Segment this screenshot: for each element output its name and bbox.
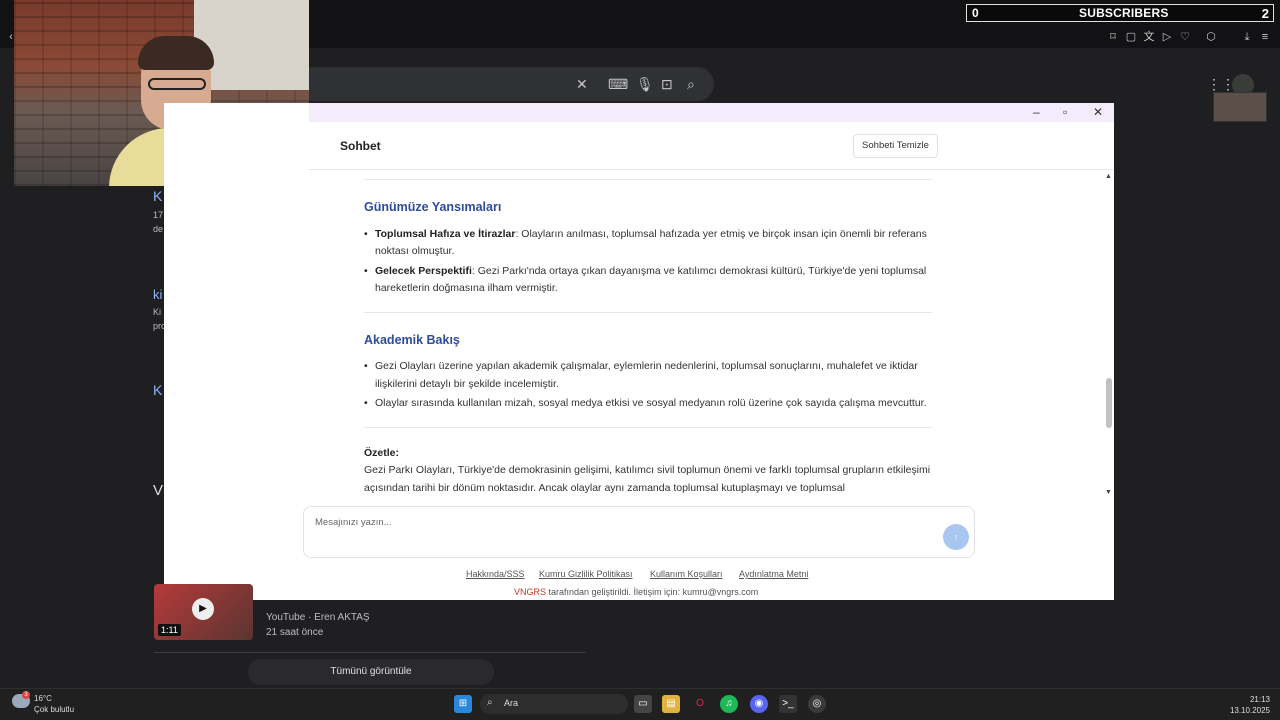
partial-result-title[interactable]: ki <box>153 287 162 302</box>
footer-link-about[interactable]: Hakkında/SSS <box>466 569 525 579</box>
google-apps-icon[interactable]: ⋮⋮ <box>1207 76 1235 93</box>
weather-badge: 3 <box>22 691 30 699</box>
search-icon: ⌕ <box>487 697 493 708</box>
minimize-icon[interactable]: – <box>1033 105 1040 119</box>
menu-icon[interactable]: ≡ <box>1258 30 1272 44</box>
scrollbar-thumb[interactable] <box>1106 378 1112 428</box>
view-all-button[interactable]: Tümünü görüntüle <box>248 659 494 685</box>
video-meta: YouTube · Eren AKTAŞ <box>266 612 370 623</box>
search-icon[interactable]: ⌕ <box>687 76 695 93</box>
secondary-webcam <box>1213 92 1267 122</box>
subscriber-right-count: 2 <box>1261 6 1269 21</box>
section-heading: Günümüze Yansımaları <box>364 200 502 214</box>
weather-description[interactable]: Çok bulutlu <box>34 705 74 714</box>
video-duration: 1:11 <box>158 624 181 636</box>
list-item: Toplumsal Hafıza ve İtirazlar: Olayların… <box>364 226 934 261</box>
close-icon[interactable]: ✕ <box>1093 105 1103 119</box>
background-shirts <box>194 0 309 90</box>
message-input[interactable]: Mesajınızı yazın... ↑ <box>303 506 975 558</box>
extension-icon[interactable]: ⬡ <box>1204 30 1218 44</box>
divider <box>364 311 932 313</box>
footer-link-terms[interactable]: Kullanım Koşulları <box>650 569 723 579</box>
partial-result-title[interactable]: K <box>153 382 162 398</box>
divider <box>154 652 586 653</box>
windows-start-icon[interactable]: ⊞ <box>454 695 472 713</box>
google-search-bar[interactable]: ✕ ⌨ 🎙 ⊡ ⌕ <box>296 67 714 101</box>
partial-result-title[interactable]: K <box>153 188 162 204</box>
list-item: Olaylar sırasında kullanılan mizah, sosy… <box>364 395 934 413</box>
opera-icon[interactable]: O <box>691 695 709 713</box>
taskbar-search[interactable]: ⌕ Ara <box>480 694 628 714</box>
window-titlebar: – ▫ ✕ <box>309 103 1114 122</box>
send-button[interactable]: ↑ <box>943 524 969 550</box>
divider <box>364 426 932 428</box>
message-input-placeholder: Mesajınızı yazın... <box>315 517 392 528</box>
summary-label: Özetle: <box>364 446 400 459</box>
keyboard-icon[interactable]: ⌨ <box>608 76 628 93</box>
streamer-hair <box>138 36 214 70</box>
discord-icon[interactable]: ◉ <box>750 695 768 713</box>
divider <box>364 179 932 180</box>
download-icon[interactable]: ⤓ <box>1240 30 1254 44</box>
clock-time: 21:13 <box>1249 695 1270 704</box>
chat-title: Sohbet <box>340 139 381 153</box>
video-time: 21 saat önce <box>266 627 324 638</box>
subscriber-label: SUBSCRIBERS <box>1079 6 1169 20</box>
maximize-icon[interactable]: ▫ <box>1063 105 1067 119</box>
play-icon[interactable]: ▷ <box>1160 30 1174 44</box>
streamer-glasses <box>148 78 206 90</box>
spotify-icon[interactable]: ♫ <box>720 695 738 713</box>
subscriber-count: 0 <box>972 6 979 20</box>
summary-text: Gezi Parkı Olayları, Türkiye'de demokras… <box>364 464 931 494</box>
footer-tagline: tarafından geliştirildi. İletişim için: … <box>546 587 759 597</box>
chat-message-body: Günümüze Yansımaları Toplumsal Hafıza ve… <box>364 171 934 503</box>
file-explorer-icon[interactable]: ▤ <box>662 695 680 713</box>
weather-temperature[interactable]: 16°C <box>34 694 52 703</box>
bookmark-icon[interactable]: ⌑ <box>1106 30 1120 44</box>
clear-search-icon[interactable]: ✕ <box>576 76 588 93</box>
microphone-icon[interactable]: 🎙 <box>636 76 654 93</box>
scroll-down-icon[interactable]: ▼ <box>1105 489 1112 496</box>
list-item-bold: Gelecek Perspektifi <box>375 264 472 277</box>
partial-result-text: de <box>153 224 164 234</box>
video-thumbnail[interactable]: ▶ 1:11 <box>154 584 253 640</box>
partial-result-title: V <box>153 482 164 499</box>
taskbar-search-label: Ara <box>504 698 519 708</box>
screenshot-icon[interactable]: ▢ <box>1124 30 1138 44</box>
section-heading: Akademik Bakış <box>364 332 460 347</box>
footer-credit: VNGRS tarafından geliştirildi. İletişim … <box>514 587 758 597</box>
chat-header: Sohbet Sohbeti Temizle <box>309 122 1114 170</box>
footer-link-privacy[interactable]: Kumru Gizlilik Politikası <box>539 569 633 579</box>
obs-icon[interactable]: ◎ <box>808 695 826 713</box>
list-item-bold: Toplumsal Hafıza ve İtirazlar <box>375 227 516 240</box>
partial-result-text: 17 <box>153 210 164 220</box>
partial-result-text: Ki <box>153 307 162 317</box>
chat-scrollbar[interactable]: ▲ ▼ <box>1104 173 1114 499</box>
list-item: Gelecek Perspektifi: Gezi Parkı'nda orta… <box>364 263 934 298</box>
subscriber-counter-overlay: 0 SUBSCRIBERS 2 <box>966 4 1274 22</box>
clear-chat-button[interactable]: Sohbeti Temizle <box>853 134 938 158</box>
heart-icon[interactable]: ♡ <box>1178 30 1192 44</box>
lens-icon[interactable]: ⊡ <box>661 76 673 93</box>
task-view-icon[interactable]: ▭ <box>634 695 652 713</box>
play-icon[interactable]: ▶ <box>192 598 214 620</box>
scroll-up-icon[interactable]: ▲ <box>1105 173 1112 180</box>
brand-name: VNGRS <box>514 587 547 597</box>
clock-date: 13.10.2025 <box>1229 706 1270 715</box>
chat-app-window: – ▫ ✕ Sohbet Sohbeti Temizle Günümüze Ya… <box>164 103 1114 600</box>
terminal-icon[interactable]: >_ <box>779 695 797 713</box>
translate-icon[interactable]: 文 <box>1142 30 1156 44</box>
footer-link-disclosure[interactable]: Aydınlatma Metni <box>739 569 808 579</box>
system-clock[interactable]: 21:13 13.10.2025 <box>1222 694 1270 716</box>
list-item: Gezi Olayları üzerine yapılan akademik ç… <box>364 358 934 393</box>
